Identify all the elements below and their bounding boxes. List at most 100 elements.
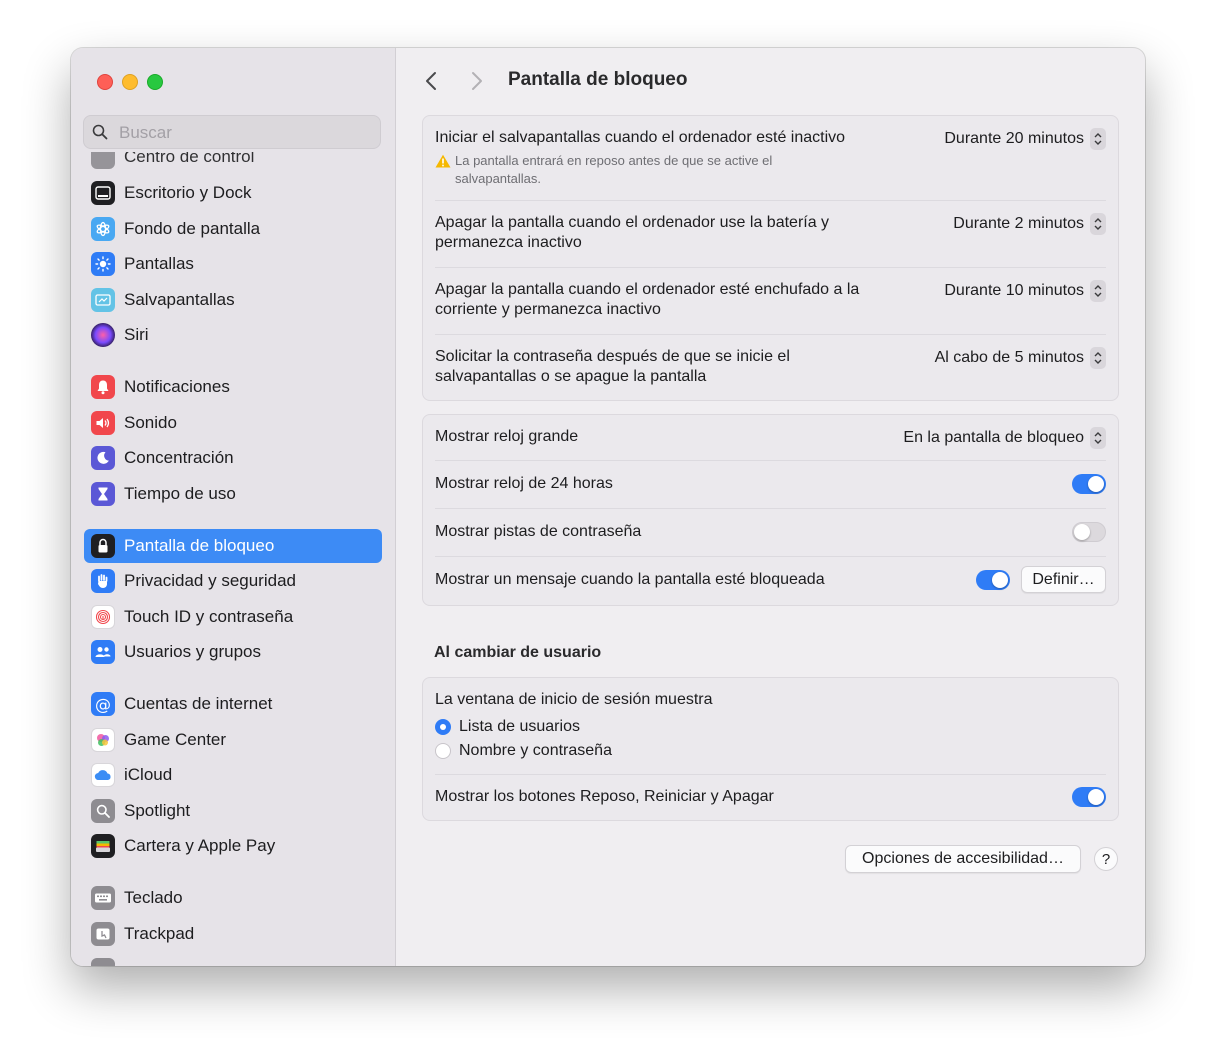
divider bbox=[435, 267, 1106, 268]
require-password-popup[interactable]: Al cabo de 5 minutos bbox=[935, 347, 1106, 369]
sidebar-item-game-center[interactable]: Game Center bbox=[84, 723, 382, 757]
minimize-window-button[interactable] bbox=[122, 74, 138, 90]
search-field[interactable] bbox=[83, 115, 381, 149]
login-options: Lista de usuarios Nombre y contraseña bbox=[435, 715, 1106, 763]
password-hints-toggle[interactable] bbox=[1072, 522, 1106, 542]
keyboard-icon bbox=[91, 886, 115, 910]
popup-value: Durante 2 minutos bbox=[953, 215, 1084, 232]
brightness-icon bbox=[91, 252, 115, 276]
magnifier-icon bbox=[91, 799, 115, 823]
lock-message-toggle[interactable] bbox=[976, 570, 1010, 590]
sidebar-item-sound[interactable]: Sonido bbox=[84, 406, 382, 440]
sidebar-item-siri[interactable]: Siri bbox=[84, 318, 382, 352]
zoom-window-button[interactable] bbox=[147, 74, 163, 90]
screensaver-icon bbox=[91, 288, 115, 312]
sidebar-item-label: Touch ID y contraseña bbox=[124, 607, 294, 626]
screensaver-delay-popup[interactable]: Durante 20 minutos bbox=[944, 128, 1106, 150]
password-hints-row: Mostrar pistas de contraseña bbox=[435, 522, 1106, 544]
bell-icon bbox=[91, 375, 115, 399]
radio-name-password[interactable]: Nombre y contraseña bbox=[435, 739, 1106, 763]
sidebar-item-icloud[interactable]: iCloud bbox=[84, 758, 382, 792]
sidebar-item-label: Cartera y Apple Pay bbox=[124, 836, 276, 855]
power-buttons-row: Mostrar los botones Reposo, Reiniciar y … bbox=[435, 787, 1106, 809]
display-sleep-group: Iniciar el salvapantallas cuando el orde… bbox=[422, 115, 1119, 401]
sidebar-item-screensaver[interactable]: Salvapantallas bbox=[84, 283, 382, 317]
speaker-icon bbox=[91, 411, 115, 435]
sidebar-item-label: Trackpad bbox=[124, 924, 195, 943]
back-button[interactable] bbox=[420, 70, 442, 92]
sidebar-item-label: Notificaciones bbox=[124, 377, 230, 396]
sidebar-item-label: Spotlight bbox=[124, 801, 191, 820]
sidebar-item-label: Salvapantallas bbox=[124, 290, 235, 309]
radio-user-list[interactable]: Lista de usuarios bbox=[435, 715, 1106, 739]
warning-text: La pantalla entrará en reposo antes de q… bbox=[455, 153, 773, 186]
sidebar-item-notifications[interactable]: Notificaciones bbox=[84, 370, 382, 404]
screensaver-label: Iniciar el salvapantallas cuando el orde… bbox=[435, 129, 846, 146]
divider bbox=[435, 774, 1106, 775]
hand-icon bbox=[91, 569, 115, 593]
sidebar-item-displays[interactable]: Pantallas bbox=[84, 247, 382, 281]
sidebar-item-screen-time[interactable]: Tiempo de uso bbox=[84, 477, 382, 511]
forward-button[interactable] bbox=[466, 70, 488, 92]
power-buttons-toggle[interactable] bbox=[1072, 787, 1106, 807]
power-adapter-row: Apagar la pantalla cuando el ordenador e… bbox=[435, 280, 1106, 324]
power-buttons-label: Mostrar los botones Reposo, Reiniciar y … bbox=[435, 788, 774, 805]
printer-icon bbox=[91, 958, 115, 966]
sidebar-item-touch-id[interactable]: Touch ID y contraseña bbox=[84, 600, 382, 634]
clock-24h-row: Mostrar reloj de 24 horas bbox=[435, 474, 1106, 496]
at-icon: @ bbox=[91, 692, 115, 716]
fingerprint-icon bbox=[91, 605, 115, 629]
sidebar-item-printers-partial[interactable] bbox=[84, 953, 382, 966]
sidebar-item-internet-accounts[interactable]: @ Cuentas de internet bbox=[84, 687, 382, 721]
sidebar-item-label: Usuarios y grupos bbox=[124, 642, 262, 661]
sidebar-item-label: Cuentas de internet bbox=[124, 694, 273, 713]
sidebar-item-control-center[interactable]: Centro de control bbox=[84, 152, 382, 174]
lock-message-row: Mostrar un mensaje cuando la pantalla es… bbox=[435, 566, 1106, 593]
sidebar-item-lock-screen[interactable]: Pantalla de bloqueo bbox=[84, 529, 382, 563]
sidebar-item-users-groups[interactable]: Usuarios y grupos bbox=[84, 635, 382, 669]
help-button[interactable]: ? bbox=[1094, 847, 1118, 871]
trackpad-icon bbox=[91, 922, 115, 946]
control-center-icon bbox=[91, 152, 115, 169]
divider bbox=[435, 334, 1106, 335]
define-message-button[interactable]: Definir… bbox=[1021, 566, 1106, 593]
screensaver-warning: La pantalla entrará en reposo antes de q… bbox=[435, 152, 855, 188]
sidebar-item-trackpad[interactable]: Trackpad bbox=[84, 917, 382, 951]
power-adapter-delay-popup[interactable]: Durante 10 minutos bbox=[944, 280, 1106, 302]
password-hints-label: Mostrar pistas de contraseña bbox=[435, 523, 642, 540]
sidebar-item-keyboard[interactable]: Teclado bbox=[84, 881, 382, 915]
sidebar-item-label: Teclado bbox=[124, 888, 183, 907]
search-input[interactable] bbox=[117, 122, 376, 144]
sidebar-item-desktop-dock[interactable]: Escritorio y Dock bbox=[84, 176, 382, 210]
chevron-left-icon bbox=[426, 72, 436, 90]
battery-delay-popup[interactable]: Durante 2 minutos bbox=[953, 213, 1106, 235]
sidebar-item-privacy[interactable]: Privacidad y seguridad bbox=[84, 564, 382, 598]
settings-window: Centro de control Escritorio y Dock Fond… bbox=[71, 48, 1145, 966]
sidebar-item-label: Pantalla de bloqueo bbox=[124, 536, 275, 555]
big-clock-popup[interactable]: En la pantalla de bloqueo bbox=[903, 427, 1106, 449]
battery-label: Apagar la pantalla cuando el ordenador u… bbox=[435, 214, 830, 251]
sidebar-item-label: iCloud bbox=[124, 765, 173, 784]
radio-label: Nombre y contraseña bbox=[459, 742, 612, 759]
up-down-chevron-icon bbox=[1090, 128, 1106, 150]
accessibility-options-button[interactable]: Opciones de accesibilidad… bbox=[845, 845, 1081, 873]
clock-group: Mostrar reloj grande En la pantalla de b… bbox=[422, 414, 1119, 606]
sidebar-item-focus[interactable]: Concentración bbox=[84, 441, 382, 475]
sidebar-item-wallet[interactable]: Cartera y Apple Pay bbox=[84, 829, 382, 863]
sidebar-item-label: Centro de control bbox=[124, 152, 255, 166]
clock-24h-toggle[interactable] bbox=[1072, 474, 1106, 494]
sidebar-item-spotlight[interactable]: Spotlight bbox=[84, 794, 382, 828]
popup-value: Durante 10 minutos bbox=[944, 282, 1084, 299]
sidebar-item-label: Fondo de pantalla bbox=[124, 219, 261, 238]
close-window-button[interactable] bbox=[97, 74, 113, 90]
sidebar-item-label: Pantallas bbox=[124, 254, 194, 273]
big-clock-row: Mostrar reloj grande En la pantalla de b… bbox=[435, 427, 1106, 449]
power-adapter-label: Apagar la pantalla cuando el ordenador e… bbox=[435, 281, 860, 318]
clock-24h-label: Mostrar reloj de 24 horas bbox=[435, 475, 613, 492]
up-down-chevron-icon bbox=[1090, 280, 1106, 302]
up-down-chevron-icon bbox=[1090, 213, 1106, 235]
sidebar-item-label: Privacidad y seguridad bbox=[124, 571, 296, 590]
user-switch-heading: Al cambiar de usuario bbox=[434, 644, 602, 661]
page-title: Pantalla de bloqueo bbox=[508, 69, 688, 90]
sidebar-item-wallpaper[interactable]: Fondo de pantalla bbox=[84, 212, 382, 246]
